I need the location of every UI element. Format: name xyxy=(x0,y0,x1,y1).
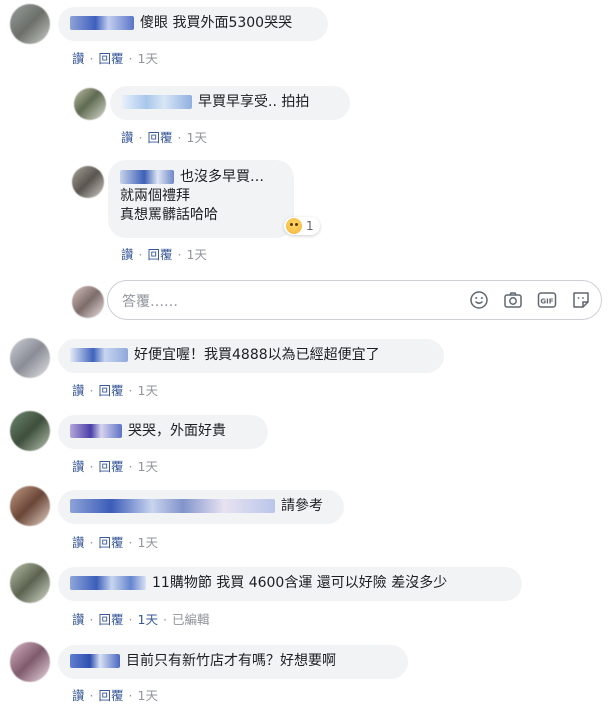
emoji-icon[interactable] xyxy=(469,290,489,310)
comment-text: 請參考 xyxy=(281,498,323,514)
comment-text: 好便宜喔！我買4888以為已經超便宜了 xyxy=(134,347,380,363)
reply-button[interactable]: 回覆 xyxy=(99,459,124,474)
reply-button[interactable]: 回覆 xyxy=(99,688,124,703)
timestamp[interactable]: 1天 xyxy=(138,51,158,66)
comment-text: 傻眼 我買外面5300哭哭 xyxy=(140,15,293,31)
avatar[interactable] xyxy=(10,338,50,378)
sticker-icon[interactable] xyxy=(571,290,591,310)
reply-button[interactable]: 回覆 xyxy=(148,130,173,145)
gif-icon[interactable]: GIF xyxy=(537,290,557,310)
comment-text: 真想罵髒話哈哈 xyxy=(120,207,218,223)
svg-text:GIF: GIF xyxy=(540,297,553,305)
timestamp[interactable]: 1天 xyxy=(187,247,207,262)
comment-actions: 讚 · 回覆 · 1天 xyxy=(72,51,158,66)
timestamp[interactable]: 1天 xyxy=(138,612,158,627)
comment-text: 11購物節 我買 4600含運 還可以好險 差沒多少 xyxy=(152,575,448,591)
comment-text: 也沒多早買… xyxy=(180,169,264,185)
like-button[interactable]: 讚 xyxy=(72,383,85,398)
like-button[interactable]: 讚 xyxy=(72,535,85,550)
commenter-name[interactable] xyxy=(70,348,128,362)
comment-bubble: 好便宜喔！我買4888以為已經超便宜了 xyxy=(58,339,444,373)
reply-button[interactable]: 回覆 xyxy=(99,51,124,66)
reaction-count: 1 xyxy=(306,219,314,233)
comment-actions: 讚 · 回覆 · 1天 xyxy=(121,130,207,145)
like-button[interactable]: 讚 xyxy=(72,51,85,66)
reply-button[interactable]: 回覆 xyxy=(99,383,124,398)
comment-bubble: 傻眼 我買外面5300哭哭 xyxy=(58,7,328,41)
reaction-badge[interactable]: 1 xyxy=(284,217,320,235)
comment-text: 就兩個禮拜 xyxy=(120,188,190,204)
like-button[interactable]: 讚 xyxy=(72,688,85,703)
comment-actions: 讚 · 回覆 · 1天 · 已編輯 xyxy=(72,612,210,627)
comment-text: 目前只有新竹店才有嗎？好想要啊 xyxy=(126,653,336,669)
reply-button[interactable]: 回覆 xyxy=(99,535,124,550)
reply-placeholder: 答覆…… xyxy=(122,294,178,310)
reply-button[interactable]: 回覆 xyxy=(99,612,124,627)
reply-button[interactable]: 回覆 xyxy=(148,247,173,262)
reply-input[interactable]: 答覆…… GIF xyxy=(107,280,602,320)
avatar[interactable] xyxy=(10,411,50,451)
comment-bubble: 早買早享受.. 拍拍 xyxy=(110,86,350,120)
camera-icon[interactable] xyxy=(503,290,523,310)
like-button[interactable]: 讚 xyxy=(72,612,85,627)
commenter-name[interactable] xyxy=(120,170,174,184)
comment-actions: 讚 · 回覆 · 1天 xyxy=(72,535,158,550)
comment-bubble: 也沒多早買… 就兩個禮拜 真想罵髒話哈哈 xyxy=(108,160,294,238)
comment-bubble: 11購物節 我買 4600含運 還可以好險 差沒多少 xyxy=(58,567,522,601)
commenter-name[interactable] xyxy=(122,95,192,109)
comment-text: 哭哭，外面好貴 xyxy=(128,423,226,439)
commenter-name[interactable] xyxy=(70,576,146,590)
like-button[interactable]: 讚 xyxy=(121,247,134,262)
avatar[interactable] xyxy=(10,563,50,603)
edited-label[interactable]: 已編輯 xyxy=(172,612,210,627)
avatar[interactable] xyxy=(10,642,50,682)
timestamp[interactable]: 1天 xyxy=(138,688,158,703)
current-user-avatar xyxy=(72,286,104,318)
comment-bubble: 哭哭，外面好貴 xyxy=(58,415,268,449)
timestamp[interactable]: 1天 xyxy=(138,383,158,398)
comment-actions: 讚 · 回覆 · 1天 xyxy=(72,383,158,398)
commenter-name[interactable] xyxy=(70,654,120,668)
like-button[interactable]: 讚 xyxy=(121,130,134,145)
commenter-name[interactable] xyxy=(70,499,275,513)
comment-actions: 讚 · 回覆 · 1天 xyxy=(72,459,158,474)
avatar[interactable] xyxy=(72,166,104,198)
avatar[interactable] xyxy=(10,4,50,44)
comment-actions: 讚 · 回覆 · 1天 xyxy=(72,688,158,703)
avatar[interactable] xyxy=(74,88,106,120)
commenter-name[interactable] xyxy=(70,424,122,438)
commenter-name[interactable] xyxy=(70,16,134,30)
timestamp[interactable]: 1天 xyxy=(138,535,158,550)
comment-text: 早買早享受.. 拍拍 xyxy=(198,94,310,110)
like-button[interactable]: 讚 xyxy=(72,459,85,474)
comment-bubble: 請參考 xyxy=(58,490,344,524)
comment-bubble: 目前只有新竹店才有嗎？好想要啊 xyxy=(58,645,408,679)
comment-actions: 讚 · 回覆 · 1天 xyxy=(121,247,207,262)
sad-emoji-icon xyxy=(286,218,302,234)
avatar[interactable] xyxy=(10,486,50,526)
timestamp[interactable]: 1天 xyxy=(187,130,207,145)
timestamp[interactable]: 1天 xyxy=(138,459,158,474)
